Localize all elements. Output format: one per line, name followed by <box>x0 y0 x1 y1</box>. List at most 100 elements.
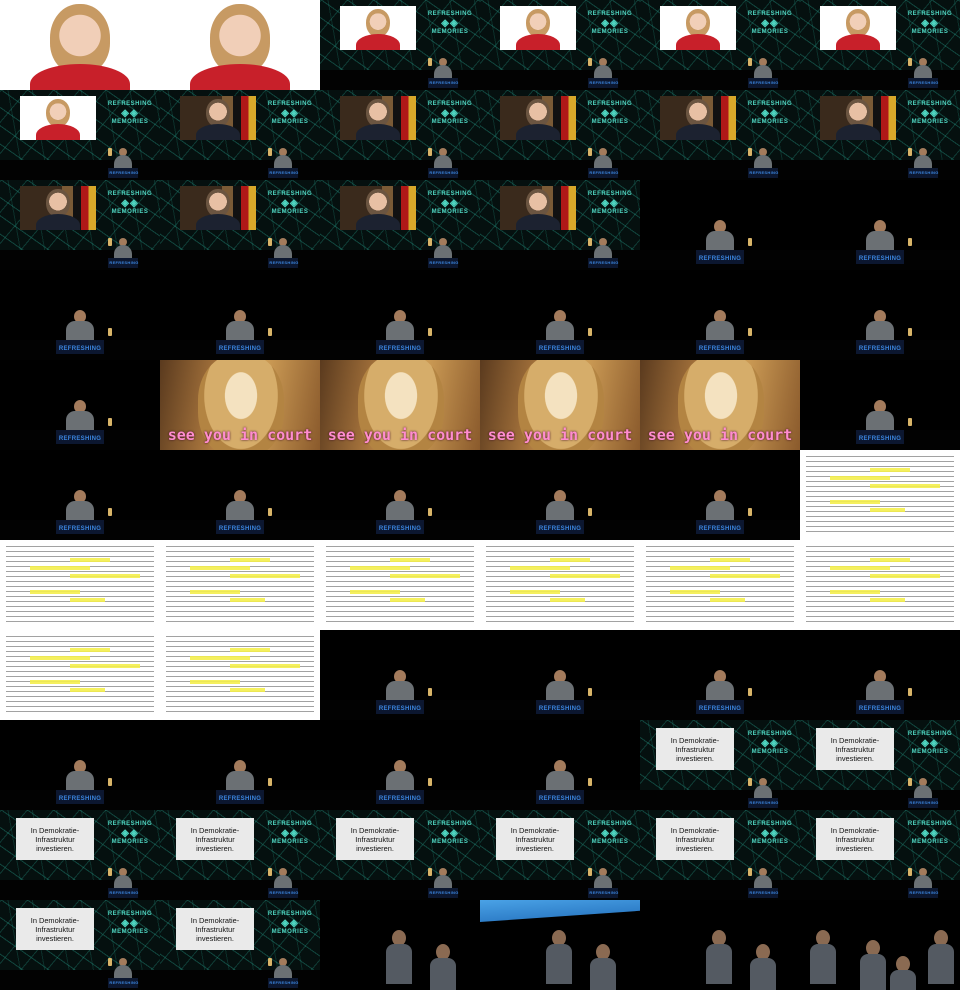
meme-caption: see you in court <box>647 426 793 444</box>
video-frame-tile: REFRESHING ◈◈ MEMORIES REFRESHING <box>0 180 160 270</box>
inset-body <box>36 124 80 140</box>
speaker <box>114 148 132 170</box>
logo-line: MEMORIES <box>111 119 149 125</box>
logo-mark: ◈◈ <box>601 828 619 839</box>
podium-lamp <box>268 238 272 246</box>
inset-body <box>676 34 720 50</box>
logo-mark: ◈◈ <box>761 738 779 749</box>
podium-sign: REFRESHING <box>749 170 779 175</box>
inset-body <box>676 124 720 140</box>
video-frame-tile: REFRESHING <box>0 360 160 450</box>
podium-sign: REFRESHING <box>429 260 459 265</box>
podium-lamp <box>108 958 112 966</box>
speaker <box>594 148 612 170</box>
logo-line: MEMORIES <box>271 119 309 125</box>
logo-mark: ◈◈ <box>281 108 299 119</box>
video-frame-tile <box>0 0 160 90</box>
document-highlight <box>70 598 105 602</box>
video-frame-tile <box>640 540 800 630</box>
inset-face <box>366 99 390 127</box>
podium-sign: REFRESHING <box>378 706 422 712</box>
document-highlight <box>830 476 890 480</box>
logo-mark: ◈◈ <box>601 108 619 119</box>
inset-face <box>526 189 550 217</box>
slide-card: In Demokratie- Infrastruktur investieren… <box>656 728 734 770</box>
video-frame-tile: REFRESHING <box>800 180 960 270</box>
document-highlight <box>670 566 730 570</box>
logo-line: MEMORIES <box>591 29 629 35</box>
video-frame-tile: REFRESHING <box>480 720 640 810</box>
logo-line: MEMORIES <box>911 839 949 845</box>
podium-sign: REFRESHING <box>858 706 902 712</box>
meme-caption: see you in court <box>167 426 313 444</box>
speaker <box>114 238 132 260</box>
slide-card: In Demokratie- Infrastruktur investieren… <box>176 908 254 950</box>
podium-lamp <box>108 148 112 156</box>
inset-photo <box>180 186 256 230</box>
logo-mark: ◈◈ <box>121 918 139 929</box>
logo-line: MEMORIES <box>271 209 309 215</box>
podium-sign: REFRESHING <box>698 706 742 712</box>
document-highlight <box>830 566 890 570</box>
inset-photo <box>340 6 416 50</box>
video-frame-tile: REFRESHING <box>320 270 480 360</box>
podium-lamp <box>428 778 432 786</box>
document-highlight <box>190 590 240 594</box>
event-logo: REFRESHING ◈◈ MEMORIES <box>264 190 316 217</box>
video-frame-tile: REFRESHING <box>0 450 160 540</box>
slide-card: In Demokratie- Infrastruktur investieren… <box>16 908 94 950</box>
speaker <box>434 868 452 890</box>
podium-sign: REFRESHING <box>378 796 422 802</box>
video-frame-tile: see you in court <box>320 360 480 450</box>
event-logo: REFRESHING ◈◈ MEMORIES <box>104 190 156 217</box>
document-highlight <box>390 598 425 602</box>
podium-sign: REFRESHING <box>698 256 742 262</box>
document-highlight <box>830 500 880 504</box>
video-frame-tile: REFRESHING <box>640 450 800 540</box>
podium-sign: REFRESHING <box>58 796 102 802</box>
slide-text: In Demokratie- Infrastruktur investieren… <box>30 825 80 853</box>
portrait-body <box>190 64 290 90</box>
document-highlight <box>350 566 410 570</box>
inset-photo <box>660 96 736 140</box>
podium-sign: REFRESHING <box>909 170 939 175</box>
audience-person <box>810 930 836 984</box>
video-frame-tile <box>0 630 160 720</box>
document-highlight <box>70 664 140 668</box>
event-logo: REFRESHING ◈◈ MEMORIES <box>584 820 636 847</box>
inset-photo <box>500 96 576 140</box>
logo-mark: ◈◈ <box>441 198 459 209</box>
podium-sign: REFRESHING <box>538 706 582 712</box>
slide-card: In Demokratie- Infrastruktur investieren… <box>176 818 254 860</box>
logo-line: MEMORIES <box>431 839 469 845</box>
logo-line: MEMORIES <box>431 209 469 215</box>
inset-photo <box>820 6 896 50</box>
inset-face <box>686 9 710 37</box>
podium-lamp <box>588 778 592 786</box>
podium-lamp <box>268 868 272 876</box>
audience-person <box>430 944 456 990</box>
video-frame-tile: REFRESHING <box>160 450 320 540</box>
speaker <box>594 238 612 260</box>
podium-lamp <box>588 58 592 66</box>
document-highlight <box>70 688 105 692</box>
podium-lamp <box>748 238 752 246</box>
slide-text: In Demokratie- Infrastruktur investieren… <box>190 915 240 943</box>
podium-lamp <box>268 958 272 966</box>
video-frame-tile: REFRESHING <box>640 180 800 270</box>
video-frame-tile: In Demokratie- Infrastruktur investieren… <box>160 900 320 990</box>
event-logo: REFRESHING ◈◈ MEMORIES <box>584 100 636 127</box>
slide-text: In Demokratie- Infrastruktur investieren… <box>670 735 720 763</box>
document-highlight <box>230 558 270 562</box>
document-highlight <box>230 574 300 578</box>
logo-mark: ◈◈ <box>601 18 619 29</box>
document-highlight <box>710 558 750 562</box>
person-torso <box>430 958 456 990</box>
slide-text: In Demokratie- Infrastruktur investieren… <box>190 825 240 853</box>
podium-sign: REFRESHING <box>749 800 779 805</box>
inset-photo <box>340 186 416 230</box>
document-highlight <box>550 558 590 562</box>
speaker <box>754 58 772 80</box>
logo-line: MEMORIES <box>751 749 789 755</box>
speaker <box>754 148 772 170</box>
